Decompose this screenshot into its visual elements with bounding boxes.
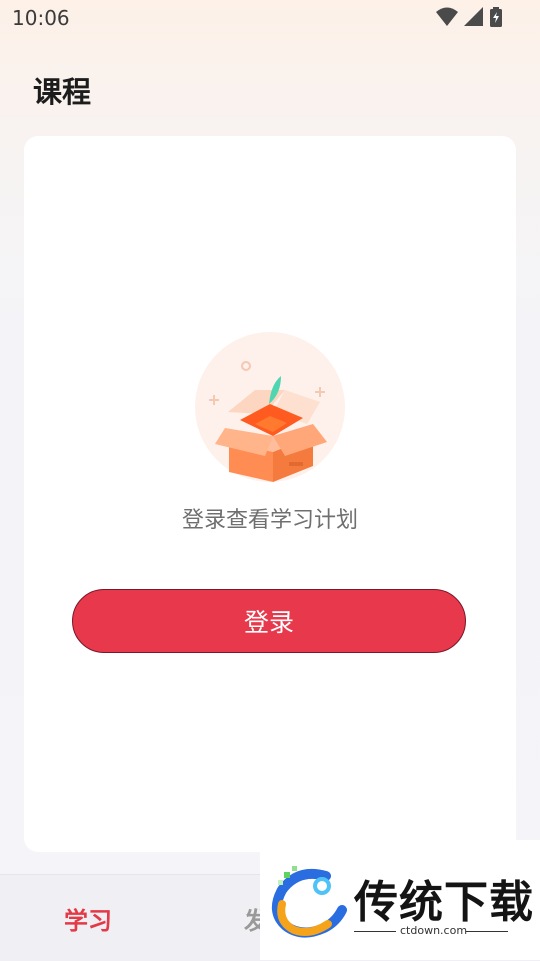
watermark-divider-right <box>466 931 508 932</box>
watermark-logo-icon <box>268 864 348 938</box>
wifi-icon <box>436 7 458 31</box>
course-card: 登录查看学习计划 登录 <box>24 136 516 852</box>
cellular-signal-icon <box>464 7 484 31</box>
watermark-brand: 传统下载 <box>354 877 534 928</box>
watermark: 传统下载 ctdown.com <box>260 840 540 960</box>
battery-charging-icon <box>490 7 502 31</box>
status-icons <box>436 7 502 31</box>
watermark-divider-left <box>354 931 396 932</box>
tab-study[interactable]: 学习 <box>64 901 112 936</box>
status-time: 10:06 <box>12 6 70 30</box>
gift-box-illustration <box>195 332 345 482</box>
login-button[interactable]: 登录 <box>72 589 466 653</box>
empty-state-message: 登录查看学习计划 <box>181 508 358 533</box>
status-bar: 10:06 <box>0 0 540 36</box>
page-title: 课程 <box>33 75 92 109</box>
watermark-url: ctdown.com <box>400 924 468 937</box>
